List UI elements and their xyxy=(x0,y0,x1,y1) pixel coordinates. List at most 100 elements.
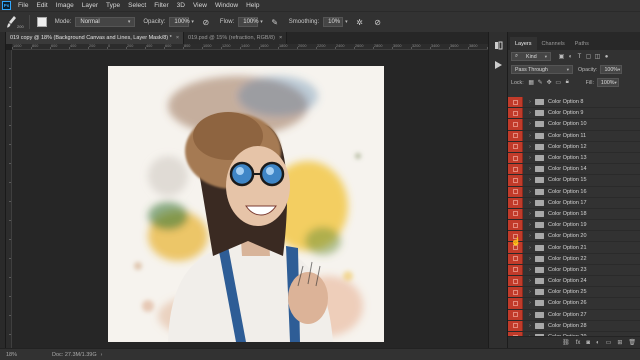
chevron-right-icon[interactable]: › xyxy=(525,323,535,329)
close-icon[interactable]: × xyxy=(176,35,179,41)
visibility-toggle[interactable] xyxy=(508,164,523,175)
chevron-right-icon[interactable]: › xyxy=(525,278,535,284)
layer-row[interactable]: › Color Option 12 xyxy=(508,141,640,153)
smoothing-field[interactable]: 10% xyxy=(323,17,344,27)
shape-filter-icon[interactable]: ▢ xyxy=(584,53,593,60)
chevron-right-icon[interactable]: › xyxy=(525,166,535,172)
layer-row[interactable]: › Color Option 20 xyxy=(508,231,640,243)
tab-layers[interactable]: Layers xyxy=(510,37,537,50)
type-filter-icon[interactable]: T xyxy=(575,54,584,60)
layer-row[interactable]: › Color Option 24 xyxy=(508,276,640,288)
visibility-toggle[interactable] xyxy=(508,298,523,309)
layer-row[interactable]: › Color Option 9 xyxy=(508,108,640,120)
layer-style-icon[interactable]: fx xyxy=(576,340,581,346)
chevron-right-icon[interactable]: › xyxy=(525,289,535,295)
layer-row[interactable]: › Color Option 8 xyxy=(508,97,640,109)
layer-row[interactable]: › Color Option 13 xyxy=(508,152,640,165)
chevron-right-icon[interactable]: › xyxy=(525,200,535,206)
menu-help[interactable]: Help xyxy=(242,2,263,9)
layer-row[interactable]: › Color Option 28 xyxy=(508,320,640,332)
visibility-toggle[interactable] xyxy=(508,208,523,220)
layer-row[interactable]: › Color Option 26 xyxy=(508,298,640,310)
chevron-down-icon[interactable]: ▾ xyxy=(345,19,348,25)
menu-filter[interactable]: Filter xyxy=(150,2,172,9)
chevron-right-icon[interactable]: › xyxy=(525,256,535,262)
chevron-right-icon[interactable]: › xyxy=(525,222,535,228)
visibility-toggle[interactable] xyxy=(508,264,523,275)
layer-row[interactable]: › Color Option 11 xyxy=(508,130,640,142)
layer-row[interactable]: › Color Option 19 xyxy=(508,220,640,232)
chevron-right-icon[interactable]: › xyxy=(525,99,535,105)
new-group-icon[interactable]: ▭ xyxy=(606,339,612,346)
layer-row[interactable]: › Color Option 25 xyxy=(508,287,640,299)
pressure-opacity-icon[interactable]: ⊘ xyxy=(200,16,212,28)
visibility-toggle[interactable] xyxy=(508,320,523,331)
visibility-toggle[interactable] xyxy=(508,220,523,231)
close-icon[interactable]: × xyxy=(279,35,282,41)
lock-transparent-icon[interactable]: ▦ xyxy=(527,79,536,86)
chevron-right-icon[interactable]: › xyxy=(525,312,535,318)
layer-row[interactable]: › Color Option 10 xyxy=(508,119,640,131)
visibility-toggle[interactable] xyxy=(508,130,523,141)
zoom-level[interactable]: 18% xyxy=(0,352,32,358)
layer-row[interactable]: › Color Option 21 xyxy=(508,242,640,254)
lock-image-icon[interactable]: ✎ xyxy=(536,79,545,86)
layer-mask-icon[interactable]: ◙ xyxy=(586,340,590,346)
layer-row[interactable]: › Color Option 27 xyxy=(508,309,640,321)
kind-filter-dropdown[interactable]: ⌕ Kind ▾ xyxy=(511,52,551,61)
visibility-toggle[interactable] xyxy=(508,141,523,152)
layer-row[interactable]: › Color Option 23 xyxy=(508,264,640,276)
mode-dropdown[interactable]: Normal ▾ xyxy=(75,17,136,27)
chevron-right-icon[interactable]: › xyxy=(525,233,535,239)
brush-settings-icon[interactable] xyxy=(36,17,47,27)
chevron-right-icon[interactable]: › xyxy=(525,211,535,217)
menu-image[interactable]: Image xyxy=(52,2,78,9)
new-layer-icon[interactable]: ⊞ xyxy=(617,339,622,346)
pixel-filter-icon[interactable]: ▣ xyxy=(557,53,566,60)
tab-document-1[interactable]: 019 copy @ 18% (Background Canvas and Li… xyxy=(6,32,185,44)
menu-select[interactable]: Select xyxy=(124,2,150,9)
brush-size-value[interactable]: 200 xyxy=(17,24,24,29)
chevron-right-icon[interactable]: › xyxy=(525,144,535,150)
opacity-field[interactable]: 100% xyxy=(169,17,190,27)
visibility-toggle[interactable] xyxy=(508,175,523,186)
visibility-toggle[interactable] xyxy=(508,253,523,264)
visibility-toggle[interactable] xyxy=(508,287,523,298)
menu-file[interactable]: File xyxy=(14,2,32,9)
trash-icon[interactable]: 🗑︎ xyxy=(628,339,636,346)
tab-document-2[interactable]: 019.psd @ 15% (refraction, RGB/8) × xyxy=(184,32,288,44)
menu-window[interactable]: Window xyxy=(211,2,242,9)
chevron-down-icon[interactable]: ▾ xyxy=(191,19,194,25)
chevron-right-icon[interactable]: › xyxy=(525,177,535,183)
fill-field[interactable]: 100% ▾ xyxy=(596,78,619,87)
smart-object-filter-icon[interactable]: ◫ xyxy=(593,53,602,60)
visibility-toggle[interactable] xyxy=(508,309,523,320)
adjustment-filter-icon[interactable]: ◐ xyxy=(566,54,575,60)
chevron-right-icon[interactable]: › xyxy=(525,267,535,273)
layer-row[interactable]: › Color Option 22 xyxy=(508,253,640,265)
chevron-right-icon[interactable]: › xyxy=(525,121,535,127)
chevron-right-icon[interactable]: › xyxy=(525,155,535,161)
visibility-toggle[interactable] xyxy=(508,186,523,197)
visibility-toggle[interactable] xyxy=(508,108,523,119)
canvas-area[interactable] xyxy=(12,50,488,348)
chevron-right-icon[interactable]: › xyxy=(525,133,535,139)
adjustment-layer-icon[interactable]: ◐ xyxy=(596,340,600,346)
blend-mode-dropdown[interactable]: Pass Through ▾ xyxy=(511,65,573,74)
visibility-toggle[interactable] xyxy=(508,97,523,108)
menu-type[interactable]: Type xyxy=(102,2,124,9)
layer-row[interactable]: › Color Option 14 xyxy=(508,164,640,176)
chevron-right-icon[interactable]: › xyxy=(525,300,535,306)
airbrush-icon[interactable]: ✎ xyxy=(269,16,281,28)
gear-icon[interactable]: ✲ xyxy=(354,16,366,28)
filter-toggle-icon[interactable]: ● xyxy=(602,54,611,60)
chevron-right-icon[interactable]: › xyxy=(525,110,535,116)
chevron-right-icon[interactable]: › xyxy=(101,352,103,358)
pressure-size-icon[interactable]: ⊘ xyxy=(372,16,384,28)
layer-opacity-field[interactable]: 100% ▾ xyxy=(600,65,623,74)
layer-row[interactable]: › Color Option 18 xyxy=(508,208,640,221)
tab-paths[interactable]: Paths xyxy=(570,37,594,50)
visibility-toggle[interactable] xyxy=(508,152,523,164)
photoshop-logo-icon[interactable]: Ps xyxy=(2,1,11,10)
menu-3d[interactable]: 3D xyxy=(173,2,189,9)
